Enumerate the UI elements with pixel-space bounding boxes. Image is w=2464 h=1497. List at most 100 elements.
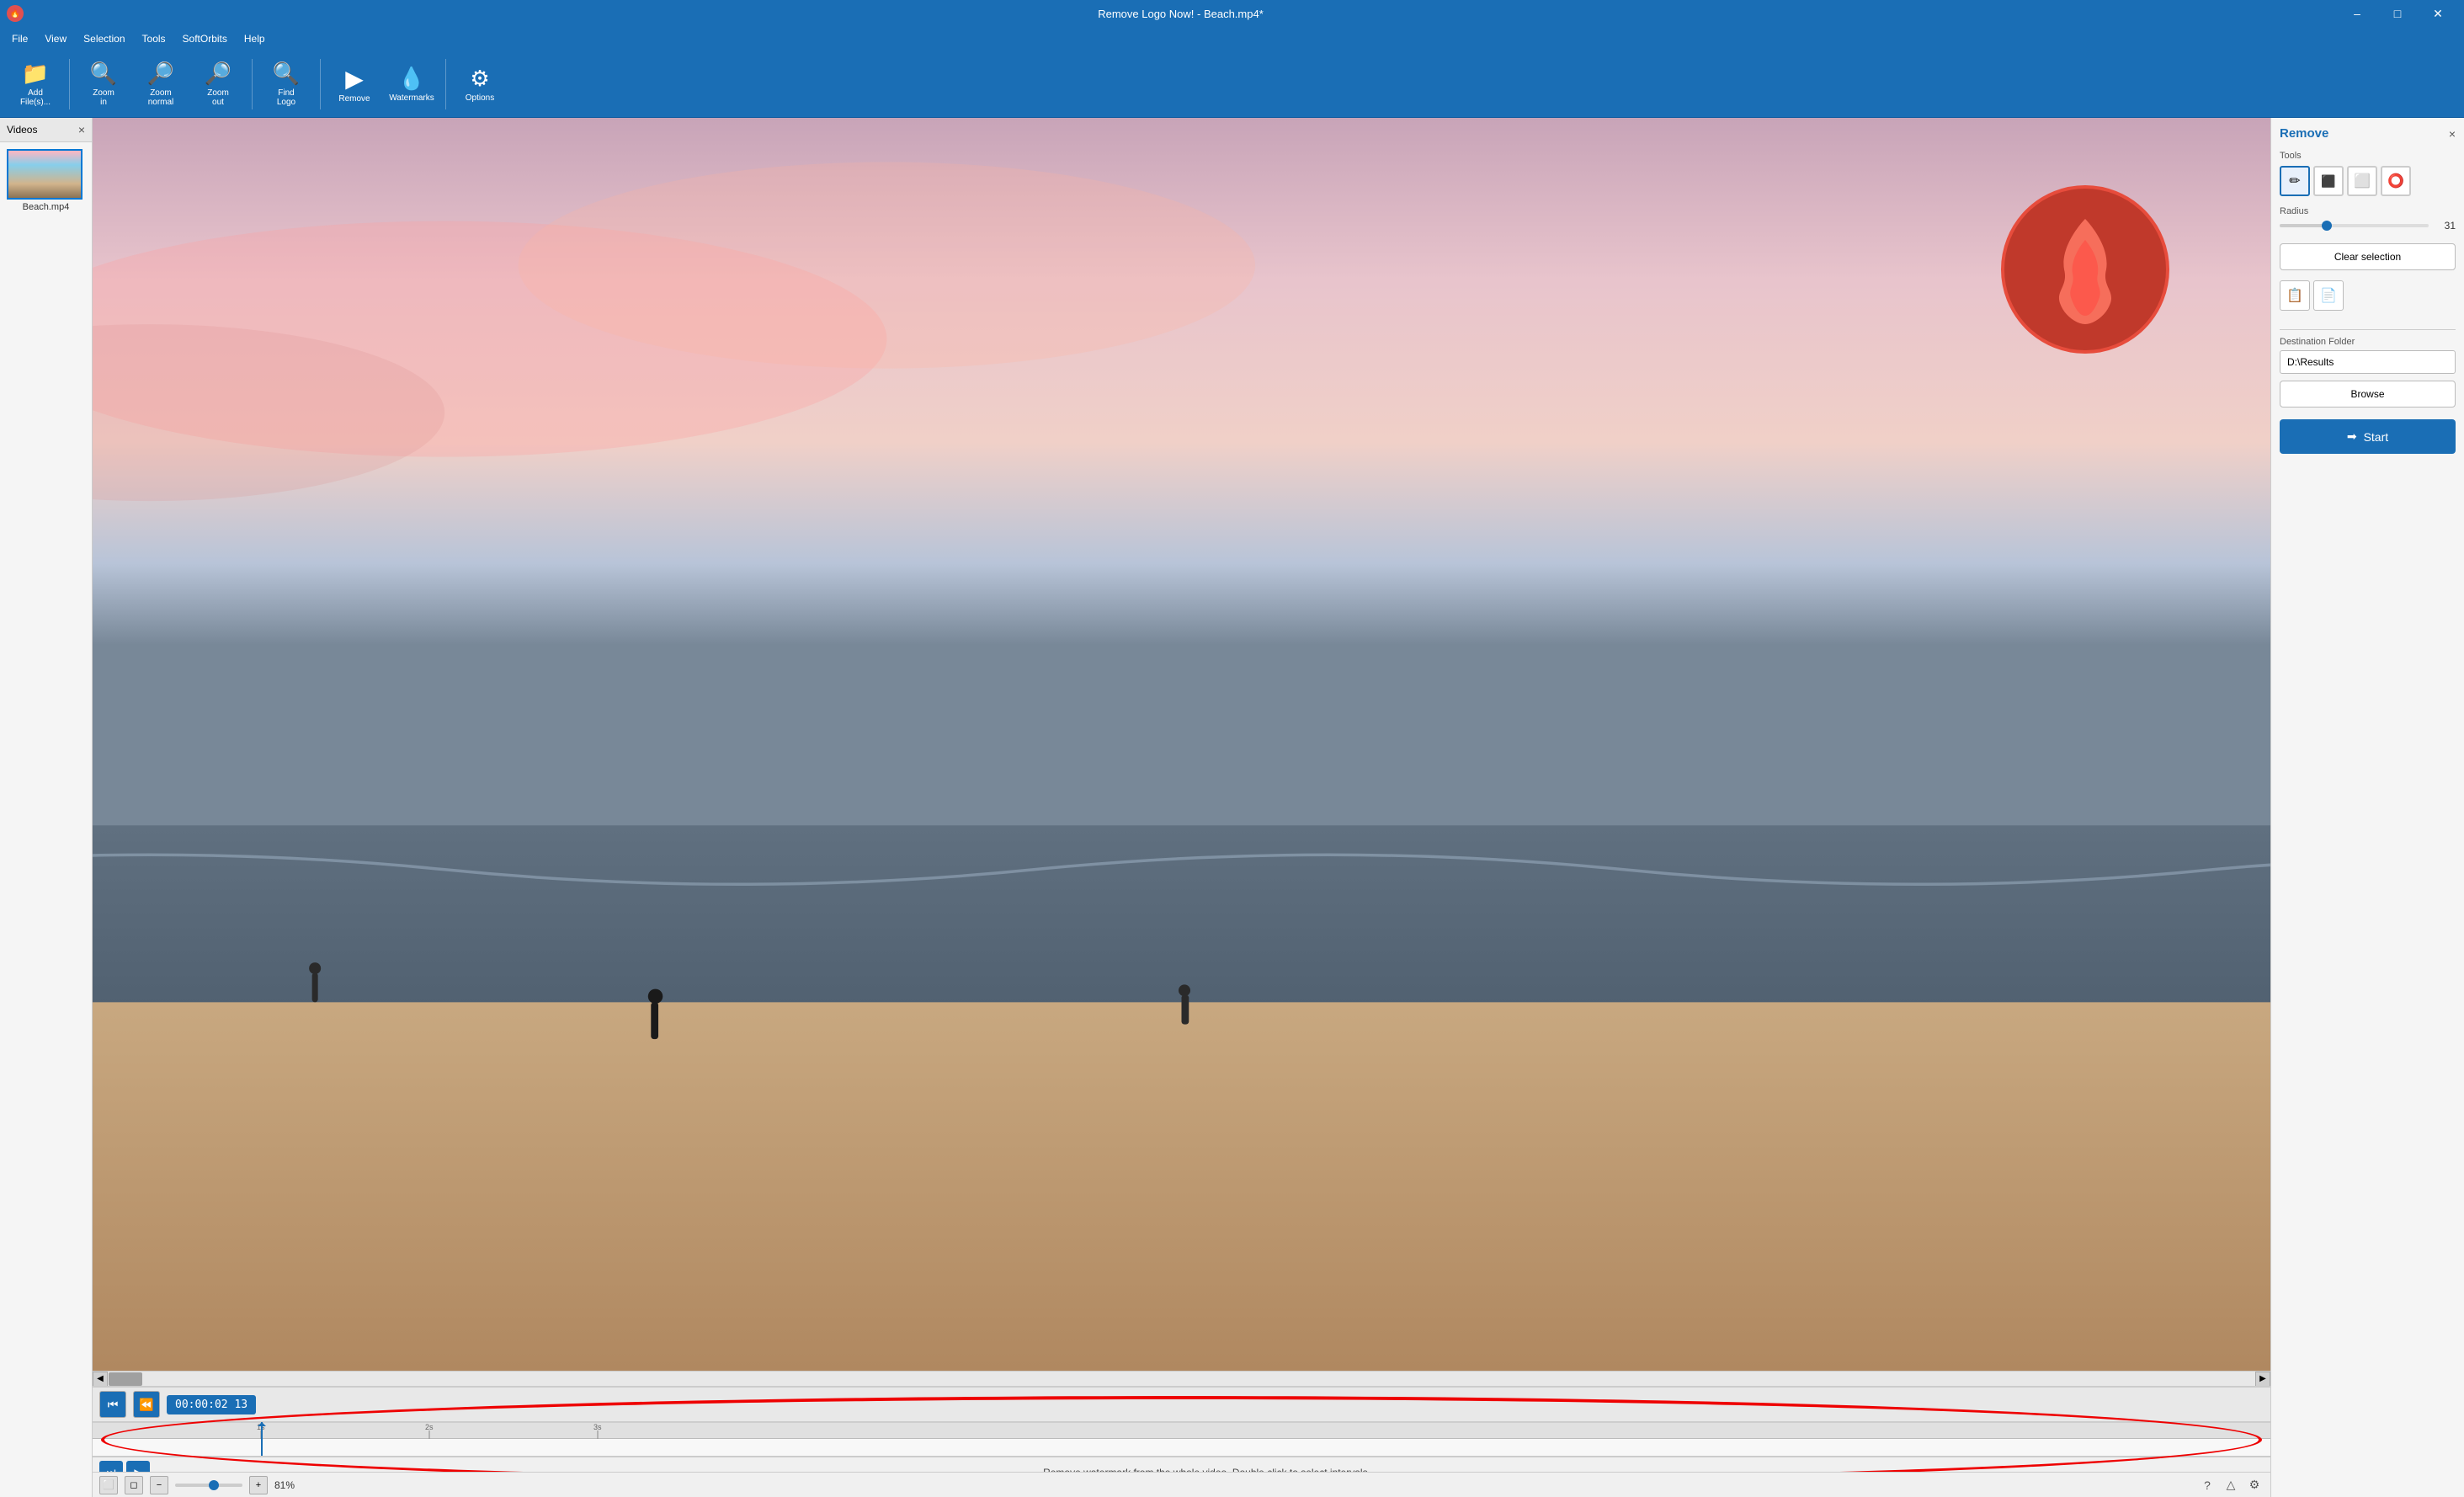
videos-panel-title: Videos <box>7 124 37 136</box>
minimize-button[interactable]: – <box>2338 0 2376 27</box>
right-panel-title: Remove <box>2280 126 2328 141</box>
radius-label: Radius <box>2280 206 2456 216</box>
radius-row: 31 <box>2280 220 2456 232</box>
scroll-left-arrow[interactable]: ◀ <box>93 1372 108 1387</box>
beach-image <box>93 118 2270 1371</box>
options-icon: ⚙ <box>470 66 489 92</box>
toolbar-options[interactable]: ⚙ Options <box>453 55 507 114</box>
flame-svg <box>2035 210 2136 328</box>
maximize-button[interactable]: □ <box>2378 0 2417 27</box>
ellipse-tool-button[interactable]: ⭕ <box>2381 166 2411 196</box>
zoom-level-display: 81% <box>274 1479 295 1491</box>
scroll-thumb[interactable] <box>109 1372 142 1386</box>
brush-tool-button[interactable]: ✏ <box>2280 166 2310 196</box>
zoom-out-status-btn[interactable]: − <box>150 1476 168 1494</box>
toolbar-zoom-out[interactable]: 🔍 Zoomout <box>191 55 245 114</box>
svg-text:3s: 3s <box>593 1423 602 1431</box>
tools-row: ✏ ⬛ ⬜ ⭕ <box>2280 166 2456 196</box>
app-icon: 🔥 <box>7 5 24 22</box>
paste-frame-button[interactable]: 📄 <box>2313 280 2344 311</box>
help-icon[interactable]: ? <box>2198 1476 2217 1494</box>
video-thumb-label: Beach.mp4 <box>7 202 85 212</box>
videos-panel-header: Videos × <box>0 118 92 142</box>
rect-tool-button[interactable]: ⬜ <box>2347 166 2377 196</box>
destination-label: Destination Folder <box>2280 337 2456 347</box>
arrow-up-icon[interactable]: △ <box>2222 1476 2240 1494</box>
settings-status-icon[interactable]: ⚙ <box>2245 1476 2264 1494</box>
logo-circle <box>2001 185 2169 354</box>
beach-scene <box>93 118 2270 1371</box>
toolbar-separator-1 <box>69 59 70 109</box>
toolbar-watermarks[interactable]: 💧 Watermarks <box>385 55 439 114</box>
right-panel-header: Remove × <box>2280 126 2456 141</box>
menu-selection[interactable]: Selection <box>75 29 133 48</box>
ruler-svg: 1s 2s 3s <box>93 1422 2270 1439</box>
menu-bar: File View Selection Tools SoftOrbits Hel… <box>0 27 2464 51</box>
toolbar-zoom-normal[interactable]: 🔎 Zoomnormal <box>134 55 188 114</box>
action-row: 📋 📄 <box>2280 280 2456 311</box>
zoom-in-icon: 🔍 <box>90 61 117 87</box>
radius-slider[interactable] <box>2280 224 2429 227</box>
timeline-area: ⏮ ⏪ 00:00:02 13 1s <box>93 1386 2270 1472</box>
toolbar-remove[interactable]: ▶ Remove <box>327 55 381 114</box>
scroll-track[interactable] <box>108 1372 2255 1387</box>
add-files-icon: 📁 <box>22 61 49 87</box>
close-button[interactable]: ✕ <box>2419 0 2457 27</box>
menu-softorbits[interactable]: SoftOrbits <box>174 29 236 48</box>
clear-selection-button[interactable]: Clear selection <box>2280 243 2456 270</box>
start-button[interactable]: ➡ Start <box>2280 419 2456 454</box>
goto-end-button[interactable]: ⏭ <box>99 1461 123 1473</box>
zoom-slider-track[interactable] <box>175 1484 242 1487</box>
right-panel-close[interactable]: × <box>2449 127 2456 141</box>
tools-section-label: Tools <box>2280 151 2456 161</box>
zoom-out-icon: 🔍 <box>205 61 231 87</box>
radius-thumb[interactable] <box>2322 221 2332 231</box>
toolbar-zoom-in[interactable]: 🔍 Zoomin <box>77 55 130 114</box>
zoom-in-status-btn[interactable]: + <box>249 1476 268 1494</box>
timeline-bottom: ⏭ ▶ Remove watermark from the whole vide… <box>93 1457 2270 1472</box>
goto-start-button[interactable]: ⏮ <box>99 1391 126 1418</box>
menu-view[interactable]: View <box>36 29 75 48</box>
timeline-controls: ⏮ ⏪ 00:00:02 13 <box>93 1388 2270 1422</box>
browse-button[interactable]: Browse <box>2280 381 2456 408</box>
eraser-tool-button[interactable]: ⬛ <box>2313 166 2344 196</box>
timeline-track[interactable]: 1s 2s 3s <box>93 1422 2270 1457</box>
status-btn-2[interactable]: ◻ <box>125 1476 143 1494</box>
horizontal-scrollbar[interactable]: ◀ ▶ <box>93 1371 2270 1386</box>
scroll-right-arrow[interactable]: ▶ <box>2255 1372 2270 1387</box>
toolbar-add-files[interactable]: 📁 Add File(s)... <box>8 55 62 114</box>
timeline-info-text: Remove watermark from the whole video. D… <box>150 1467 2264 1473</box>
toolbar-separator-2 <box>252 59 253 109</box>
video-canvas[interactable]: ◀ ▶ ⏮ ⏪ 00:00:02 13 <box>93 118 2270 1472</box>
step-back-button[interactable]: ⏪ <box>133 1391 160 1418</box>
beach-scene-svg <box>93 118 2270 1371</box>
play-button[interactable]: ▶ <box>126 1461 150 1473</box>
timecode-display: 00:00:02 13 <box>167 1395 256 1414</box>
video-thumbnail-beach[interactable]: Beach.mp4 <box>7 149 85 212</box>
svg-text:2s: 2s <box>425 1423 434 1431</box>
toolbar-find-logo[interactable]: 🔍 FindLogo <box>259 55 313 114</box>
toolbar-separator-3 <box>320 59 321 109</box>
timeline-ruler: 1s 2s 3s <box>93 1422 2270 1439</box>
destination-input[interactable] <box>2280 350 2456 374</box>
divider-1 <box>2280 329 2456 330</box>
toolbar: 📁 Add File(s)... 🔍 Zoomin 🔎 Zoomnormal 🔍… <box>0 51 2464 118</box>
title-bar: 🔥 Remove Logo Now! - Beach.mp4* – □ ✕ <box>0 0 2464 27</box>
start-arrow-icon: ➡ <box>2347 429 2357 444</box>
videos-panel-close[interactable]: × <box>78 123 85 136</box>
content-area: ◀ ▶ ⏮ ⏪ 00:00:02 13 <box>93 118 2464 1497</box>
menu-tools[interactable]: Tools <box>134 29 174 48</box>
remove-icon: ▶ <box>345 65 364 93</box>
menu-file[interactable]: File <box>3 29 36 48</box>
start-label: Start <box>2364 430 2389 444</box>
status-btn-1[interactable]: ⬜ <box>99 1476 118 1494</box>
main-layout: Videos × Beach.mp4 <box>0 118 2464 1497</box>
menu-help[interactable]: Help <box>236 29 274 48</box>
find-logo-icon: 🔍 <box>273 61 300 87</box>
beach-thumb-visual <box>8 151 81 198</box>
watermarks-icon: 💧 <box>398 66 425 92</box>
timeline-playhead[interactable] <box>261 1422 263 1456</box>
copy-frame-button[interactable]: 📋 <box>2280 280 2310 311</box>
zoom-slider-thumb[interactable] <box>209 1480 219 1490</box>
zoom-normal-icon: 🔎 <box>147 61 174 87</box>
